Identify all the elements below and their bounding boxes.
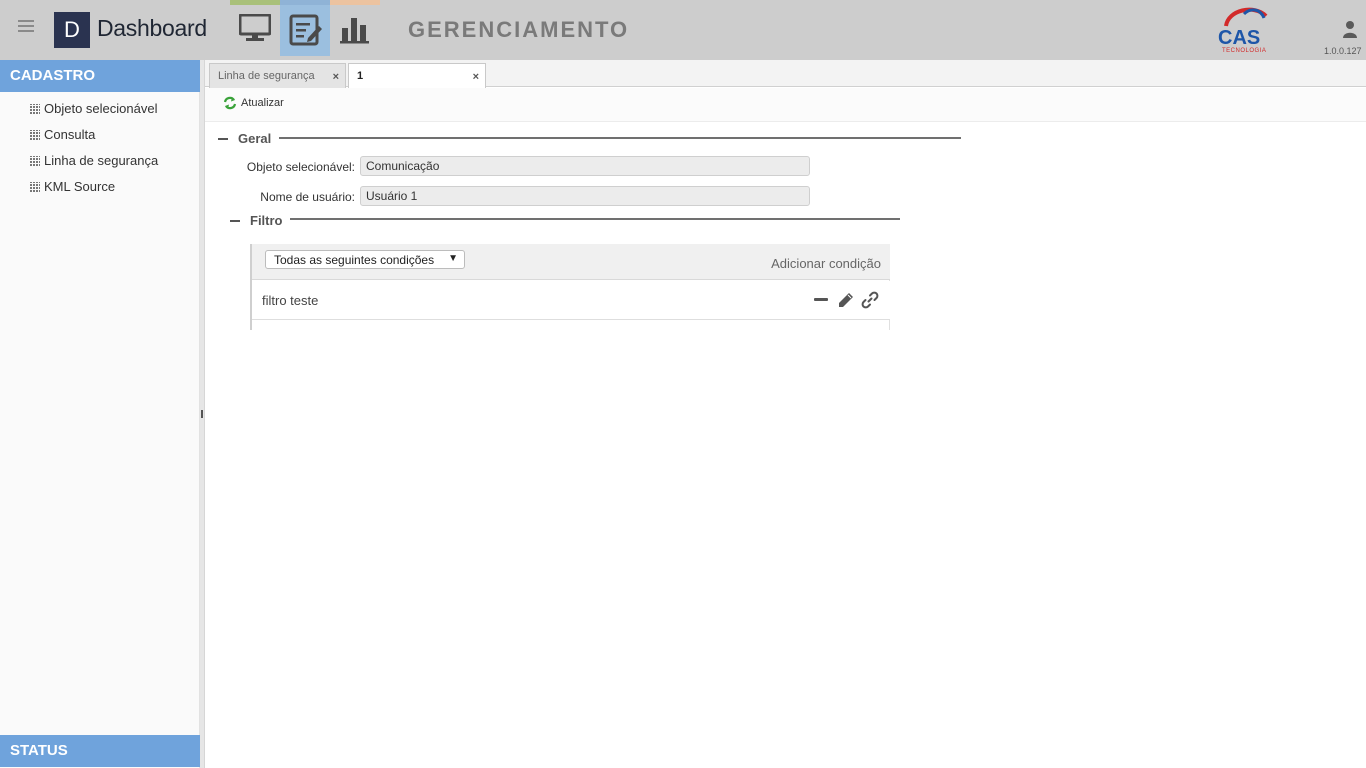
geral-divider xyxy=(279,137,961,139)
edit-mode-button[interactable] xyxy=(280,0,330,56)
grid-icon xyxy=(30,182,40,192)
sidebar-menu: Objeto selecionável Consulta Linha de se… xyxy=(30,96,158,200)
monitor-mode-button[interactable] xyxy=(230,0,280,56)
sidebar-item-kml-source[interactable]: KML Source xyxy=(30,174,158,200)
grid-icon xyxy=(30,104,40,114)
app-title: Dashboard xyxy=(97,15,207,41)
collapse-filtro-toggle[interactable] xyxy=(230,219,240,222)
menu-icon[interactable] xyxy=(18,20,34,34)
close-icon[interactable]: × xyxy=(473,71,479,83)
brand-subtitle: TECNOLOGIA xyxy=(1222,48,1266,54)
pencil-icon[interactable] xyxy=(837,291,855,309)
close-icon[interactable]: × xyxy=(333,71,339,83)
tab-bar: Linha de segurança × 1 × xyxy=(205,60,1366,88)
cadastro-header[interactable]: CADASTRO xyxy=(0,60,200,92)
nome-de-usuario-label: Nome de usuário: xyxy=(260,190,355,204)
toolbar: Atualizar xyxy=(205,88,1366,122)
user-icon[interactable] xyxy=(1342,20,1358,38)
objeto-selecionavel-label: Objeto selecionável: xyxy=(246,160,355,174)
add-condition-button[interactable]: Adicionar condição xyxy=(771,256,881,271)
geral-legend-label: Geral xyxy=(238,131,272,146)
nome-de-usuario-field[interactable] xyxy=(360,186,810,206)
section-title: GERENCIAMENTO xyxy=(408,17,630,42)
app-logo: D xyxy=(54,12,90,48)
condition-mode-value: Todas as seguintes condições xyxy=(274,253,435,267)
monitor-icon xyxy=(239,14,271,41)
condition-mode-select[interactable]: Todas as seguintes condições ▼ xyxy=(265,250,465,269)
sidebar-item-objeto-selecionavel[interactable]: Objeto selecionável xyxy=(30,96,158,122)
sidebar-item-label: Objeto selecionável xyxy=(44,101,158,116)
filter-header: Todas as seguintes condições ▼ Adicionar… xyxy=(252,244,890,280)
chart-mode-button[interactable] xyxy=(330,0,380,56)
filtro-divider xyxy=(290,218,900,220)
version-label: 1.0.0.127 xyxy=(1324,46,1362,56)
refresh-button[interactable]: Atualizar xyxy=(223,96,284,110)
brand-name: CAS xyxy=(1218,27,1260,49)
sidebar-item-label: Linha de segurança xyxy=(44,153,159,168)
tab-label: Linha de segurança xyxy=(218,70,315,82)
form-edit-icon xyxy=(289,14,322,46)
refresh-label: Atualizar xyxy=(241,97,284,109)
sidebar-item-label: Consulta xyxy=(44,127,96,142)
grid-icon xyxy=(30,130,40,140)
filter-condition-row: filtro teste xyxy=(252,281,890,320)
tab-linha-de-seguranca[interactable]: Linha de segurança × xyxy=(209,63,346,88)
cas-brand-logo: CAS TECNOLOGIA xyxy=(1218,7,1268,54)
sidebar: CADASTRO Objeto selecionável Consulta Li… xyxy=(0,60,200,768)
objeto-selecionavel-field[interactable] xyxy=(360,156,810,176)
filtro-legend-label: Filtro xyxy=(250,213,283,228)
grid-icon xyxy=(30,156,40,166)
link-icon[interactable] xyxy=(861,291,879,309)
filter-condition-label: filtro teste xyxy=(262,293,319,308)
dropdown-arrow-icon: ▼ xyxy=(448,253,458,264)
status-header[interactable]: STATUS xyxy=(0,735,200,767)
main-panel: Linha de segurança × 1 × Atualizar Geral… xyxy=(204,60,1366,768)
sidebar-item-linha-de-seguranca[interactable]: Linha de segurança xyxy=(30,148,158,174)
app-header: D Dashboard GERENCIAMENTO CAS TECNOLOGIA… xyxy=(0,0,1366,60)
sidebar-item-label: KML Source xyxy=(44,179,116,194)
collapse-geral-toggle[interactable] xyxy=(218,137,228,140)
filtro-legend: Filtro xyxy=(230,213,283,228)
sidebar-item-consulta[interactable]: Consulta xyxy=(30,122,158,148)
tab-label: 1 xyxy=(357,70,364,82)
bar-chart-icon xyxy=(340,18,369,44)
minus-icon[interactable] xyxy=(812,291,830,309)
tab-1[interactable]: 1 × xyxy=(348,63,486,88)
geral-legend: Geral xyxy=(218,131,271,146)
splitter-grip-icon xyxy=(201,410,203,418)
refresh-icon xyxy=(223,96,237,110)
filter-builder: Todas as seguintes condições ▼ Adicionar… xyxy=(250,244,890,330)
